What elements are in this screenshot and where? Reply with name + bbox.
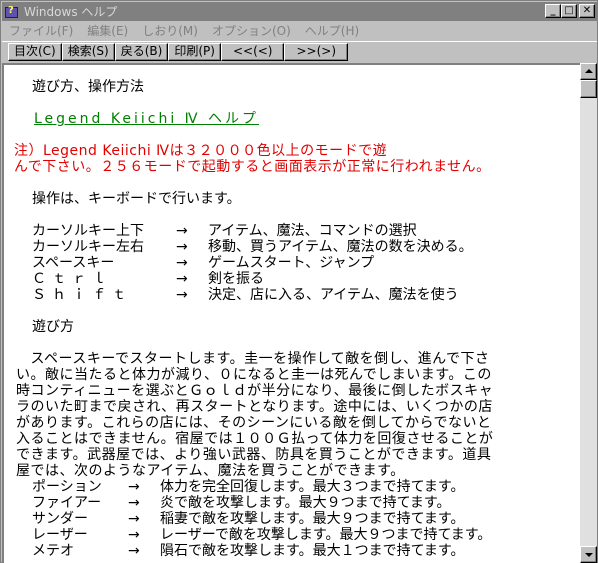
next-topic-button[interactable]: >>(>) [284, 43, 349, 61]
paragraph-line: があります。これらの店には、そのシーンにいる敵を倒してからでないと [16, 415, 492, 431]
menu-help[interactable]: ヘルプ(H) [298, 22, 366, 39]
item-arrow: → [128, 527, 140, 543]
scroll-up-button[interactable] [580, 63, 597, 80]
arrow-up-icon [585, 69, 593, 73]
warning-line-1: 注）Legend Keiichi Ⅳは３２０００色以上のモードで遊 [14, 143, 388, 159]
help-book-icon[interactable]: ? [4, 4, 20, 20]
paragraph-line: 入ることはできません。宿屋では１００Ｇ払って体力を回復させることが [16, 431, 494, 447]
help-content: 遊び方、操作方法 Legend Keiichi Ⅳ ヘルプ 注）Legend K… [2, 63, 580, 563]
topic-link[interactable]: Legend Keiichi Ⅳ ヘルプ [34, 111, 259, 127]
topic-heading: 遊び方、操作方法 [32, 79, 144, 95]
arrow-down-icon [585, 553, 593, 557]
item-desc: レーザーで敵を攻撃します。最大９つまで持てます。 [160, 527, 492, 543]
paragraph-line: ラのいた町まで戻され、再スタートとなります。途中には、いくつかの店 [16, 399, 493, 415]
control-desc: ゲームスタート、ジャンプ [208, 255, 375, 271]
control-desc: 決定、店に入る、アイテム、魔法を使う [208, 287, 459, 303]
control-desc: 剣を振る [208, 271, 264, 287]
menu-bar: ファイル(F) 編集(E) しおり(M) オプション(O) ヘルプ(H) [2, 21, 597, 40]
item-arrow: → [128, 495, 140, 511]
control-key: Ｃｔｒｌ [32, 271, 112, 287]
item-name: ポーション [32, 479, 102, 495]
help-window: ? Windows ヘルプ _ □ ✕ ファイル(F) 編集(E) しおり(M)… [0, 0, 598, 563]
paragraph-line: 時コンティニューを選ぶとＧｏｌｄが半分になり、最後に倒したボスキャ [16, 383, 494, 399]
control-desc: 移動、買うアイテム、魔法の数を決める。 [208, 239, 473, 255]
item-name: レーザー [32, 527, 88, 543]
section-title: 遊び方 [32, 319, 74, 335]
paragraph-line: い。敵に当たると体力が減り、０になると圭一は死んでしまいます。この [16, 367, 492, 383]
item-arrow: → [128, 479, 140, 495]
contents-button[interactable]: 目次(C) [8, 43, 62, 61]
warning-line-2: んで下さい。２５６モードで起動すると画面表示が正常に行われません。 [14, 159, 491, 175]
menu-file[interactable]: ファイル(F) [2, 22, 80, 39]
menu-options[interactable]: オプション(O) [205, 22, 298, 39]
paragraph-line: 屋では、次のようなアイテム、魔法を買うことができます。 [16, 463, 405, 479]
control-key: Ｓｈｉｆｔ [32, 287, 132, 303]
control-arrow: → [176, 239, 188, 255]
item-desc: 隕石で敵を攻撃します。最大１つまで持てます。 [160, 543, 465, 559]
menu-bookmark[interactable]: しおり(M) [135, 22, 205, 39]
search-button[interactable]: 検索(S) [61, 43, 115, 61]
previous-topic-button[interactable]: <<(<) [220, 43, 285, 61]
title-bar[interactable]: ? Windows ヘルプ _ □ ✕ [2, 2, 597, 21]
window-title: Windows ヘルプ [24, 5, 118, 19]
maximize-button[interactable]: □ [561, 4, 577, 18]
control-arrow: → [176, 223, 188, 239]
controls-intro: 操作は、キーボードで行います。 [32, 191, 241, 207]
item-arrow: → [128, 511, 140, 527]
control-key: スペースキー [32, 255, 115, 271]
item-name: メテオ [32, 543, 74, 559]
vertical-scrollbar[interactable] [580, 63, 597, 563]
item-desc: 体力を完全回復します。最大３つまで持てます。 [160, 479, 465, 495]
item-name: ファイアー [32, 495, 102, 511]
minimize-button[interactable]: _ [545, 4, 561, 18]
paragraph-line: できます。武器屋では、より強い武器、防具を買うことができます。道具 [16, 447, 492, 463]
control-desc: アイテム、魔法、コマンドの選択 [208, 223, 417, 239]
control-arrow: → [176, 255, 188, 271]
item-name: サンダー [32, 511, 88, 527]
scroll-thumb[interactable] [580, 80, 597, 98]
control-key: カーソルキー左右 [32, 239, 144, 255]
control-arrow: → [176, 271, 188, 287]
item-desc: 炎で敵を攻撃します。最大９つまで持てます。 [160, 495, 451, 511]
item-arrow: → [128, 543, 140, 559]
paragraph-line: スペースキーでスタートします。圭一を操作して敵を倒し、進んで下さ [16, 351, 490, 367]
control-arrow: → [176, 287, 188, 303]
control-key: カーソルキー上下 [32, 223, 144, 239]
item-desc: 稲妻で敵を攻撃します。最大９つまで持てます。 [160, 511, 465, 527]
print-button[interactable]: 印刷(P) [168, 43, 221, 61]
menu-edit[interactable]: 編集(E) [80, 22, 135, 39]
scroll-down-button[interactable] [580, 546, 597, 563]
back-button[interactable]: 戻る(B) [114, 43, 169, 61]
close-button[interactable]: ✕ [579, 4, 595, 18]
help-button-bar: 目次(C) 検索(S) 戻る(B) 印刷(P) <<(<) >>(>) [2, 41, 597, 62]
